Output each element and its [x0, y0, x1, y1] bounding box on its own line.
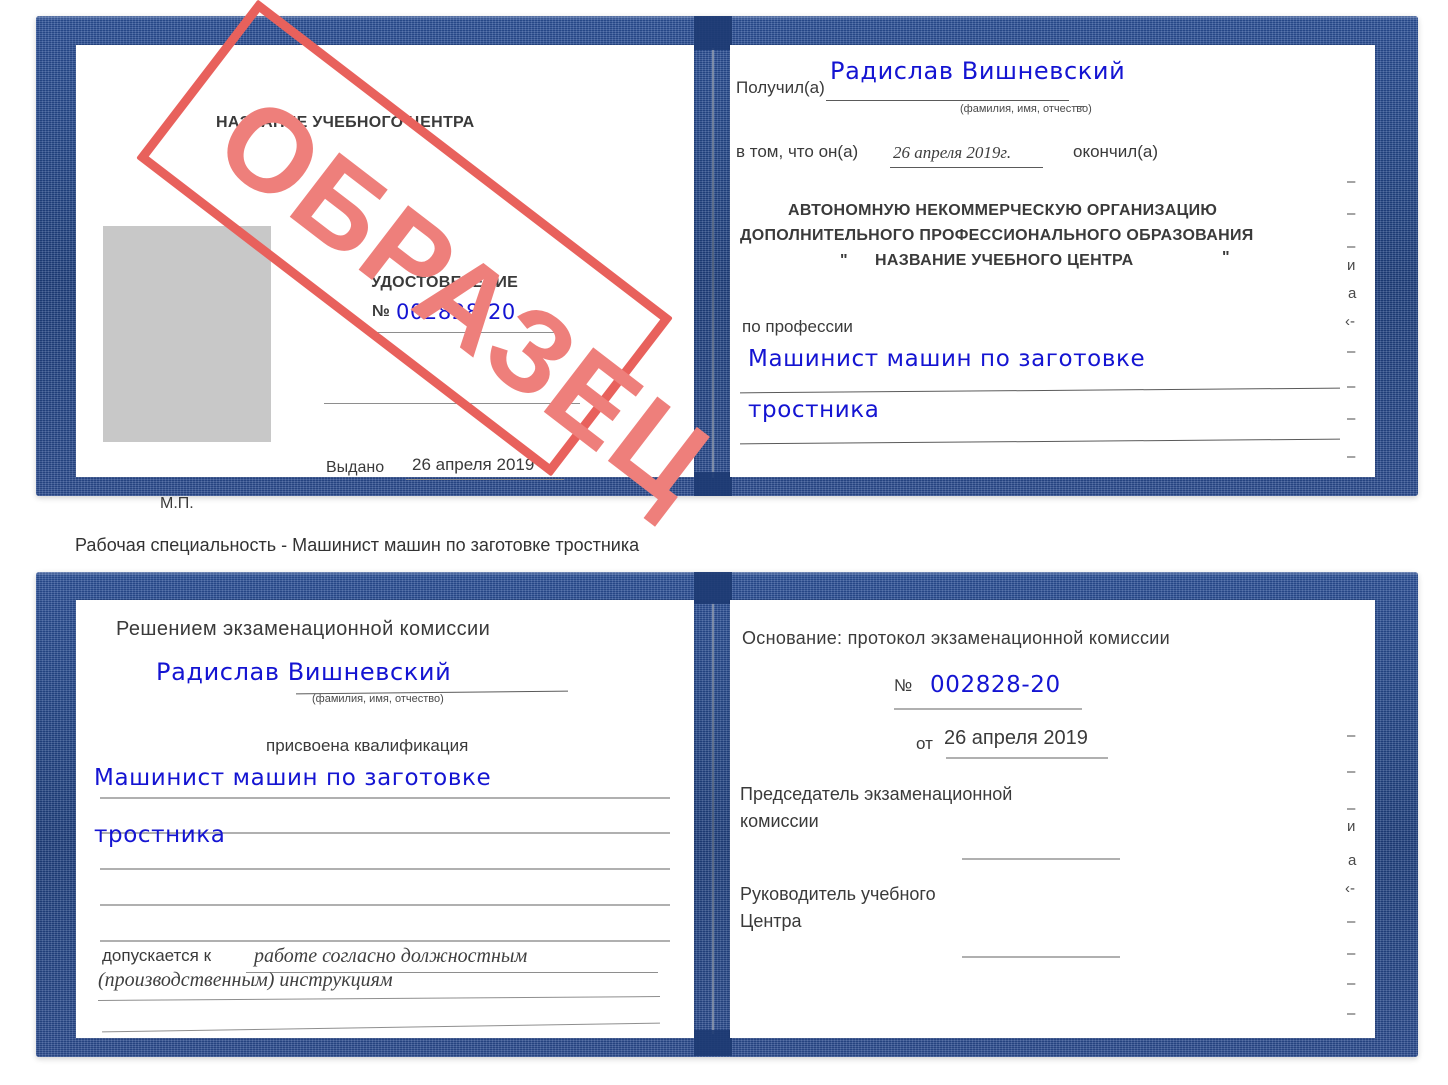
top-right-name-hint: (фамилия, имя, отчество) — [960, 103, 1092, 115]
bottom-left-qual-rule4 — [100, 904, 670, 906]
bottom-left-qual-rule3 — [100, 868, 670, 870]
top-right-received-label: Получил(а) — [736, 78, 825, 97]
top-right-org-line3: НАЗВАНИЕ УЧЕБНОГО ЦЕНТРА — [875, 252, 1134, 269]
top-right-profession-line1: Машинист машин по заготовке — [748, 346, 1146, 372]
edge-fragment: – — [1347, 448, 1356, 465]
top-right-name-rule — [826, 100, 1069, 101]
top-right-finished-label: окончил(а) — [1073, 142, 1158, 161]
bottom-right-basis-label: Основание: протокол экзаменационной коми… — [742, 628, 1170, 648]
bottom-right-date-label: от — [916, 734, 933, 753]
edge-fragment: – — [1347, 727, 1356, 744]
bottom-left-qualification-line2: тростника — [94, 822, 226, 848]
bottom-right-number-symbol: № — [894, 676, 913, 695]
bottom-left-qual-rule5 — [100, 940, 670, 942]
bottom-left-admitted-line1: работе согласно должностным — [254, 945, 528, 967]
edge-fragment: а — [1348, 852, 1357, 869]
edge-fragment: а — [1348, 285, 1357, 302]
edge-fragment: – — [1347, 975, 1356, 992]
bottom-left-admitted-label: допускается к — [102, 946, 212, 965]
edge-fragment: – — [1347, 238, 1356, 255]
top-right-profession-line2: тростника — [748, 397, 880, 423]
bottom-left-qualification-line1: Машинист машин по заготовке — [94, 765, 492, 791]
bottom-right-number-value: 002828-20 — [930, 672, 1061, 698]
top-right-org-line2: ДОПОЛНИТЕЛЬНОГО ПРОФЕССИОНАЛЬНОГО ОБРАЗО… — [740, 227, 1254, 244]
top-right-profession-rule1 — [740, 387, 1340, 394]
bottom-left-name-hint: (фамилия, имя, отчество) — [312, 693, 444, 705]
edge-fragment: – — [1347, 945, 1356, 962]
bottom-right-chairman-line2: комиссии — [740, 811, 819, 831]
top-right-in-that-label: в том, что он(а) — [736, 142, 859, 161]
certificate-bottom-spine-notch-lower — [694, 1030, 732, 1056]
top-right-org-quote-close: " — [1222, 249, 1230, 266]
bottom-right-number-rule — [894, 708, 1082, 710]
edge-fragment: – — [1347, 763, 1356, 780]
bottom-left-name: Радислав Вишневский — [156, 658, 452, 686]
bottom-left-admitted-rule2 — [98, 996, 660, 1001]
bottom-left-qual-rule1 — [100, 797, 670, 799]
obrazets-stamp: ОБРАЗЕЦ — [95, 0, 736, 545]
edge-fragment: – — [1347, 378, 1356, 395]
bottom-right-director-sign-rule — [962, 956, 1120, 958]
bottom-right-date-value: 26 апреля 2019 — [944, 727, 1088, 749]
edge-fragment: и — [1347, 818, 1356, 835]
top-right-org-line1: АВТОНОМНУЮ НЕКОММЕРЧЕСКУЮ ОРГАНИЗАЦИЮ — [788, 202, 1218, 219]
edge-fragment: – — [1347, 913, 1356, 930]
top-right-received-name: Радислав Вишневский — [830, 57, 1126, 85]
top-right-name-dash: _ — [1076, 91, 1085, 108]
bottom-right-chairman-line1: Председатель экзаменационной — [740, 784, 1013, 804]
edge-fragment: и — [1347, 257, 1356, 274]
bottom-right-director-line1: Руководитель учебного — [740, 884, 936, 904]
bottom-left-admitted-line2: (производственным) инструкциям — [98, 969, 393, 991]
bottom-left-qualification-label: присвоена квалификация — [266, 736, 469, 755]
caption-text: Рабочая специальность - Машинист машин п… — [75, 535, 640, 555]
bottom-right-date-rule — [946, 757, 1108, 759]
edge-fragment: ‹- — [1345, 880, 1355, 897]
edge-fragment: – — [1347, 173, 1356, 190]
certificate-top-right-page: Получил(а) Радислав Вишневский (фамилия,… — [730, 45, 1375, 477]
edge-fragment: ‹- — [1345, 313, 1355, 330]
top-right-profession-rule2 — [740, 438, 1340, 445]
edge-fragment: – — [1347, 1005, 1356, 1022]
certificate-bottom-spine-notch-upper — [694, 572, 732, 604]
certificate-bottom-left-page: Решением экзаменационной комиссии Радисл… — [76, 600, 694, 1038]
certificate-bottom-right-page: Основание: протокол экзаменационной коми… — [730, 600, 1375, 1038]
top-right-completion-date: 26 апреля 2019г. — [893, 143, 1012, 162]
top-right-date-rule — [890, 167, 1043, 168]
edge-fragment: – — [1347, 800, 1356, 817]
edge-fragment: – — [1347, 410, 1356, 427]
top-right-org-quote-open: " — [840, 252, 848, 269]
edge-fragment: – — [1347, 343, 1356, 360]
certificate-bottom-spine — [712, 602, 714, 1034]
top-right-profession-label: по профессии — [742, 317, 853, 336]
bottom-left-admitted-rule3 — [102, 1022, 660, 1033]
edge-fragment: – — [1347, 205, 1356, 222]
bottom-right-chairman-sign-rule — [962, 858, 1120, 860]
bottom-left-decision-header: Решением экзаменационной комиссии — [116, 618, 491, 640]
bottom-right-director-line2: Центра — [740, 911, 802, 931]
